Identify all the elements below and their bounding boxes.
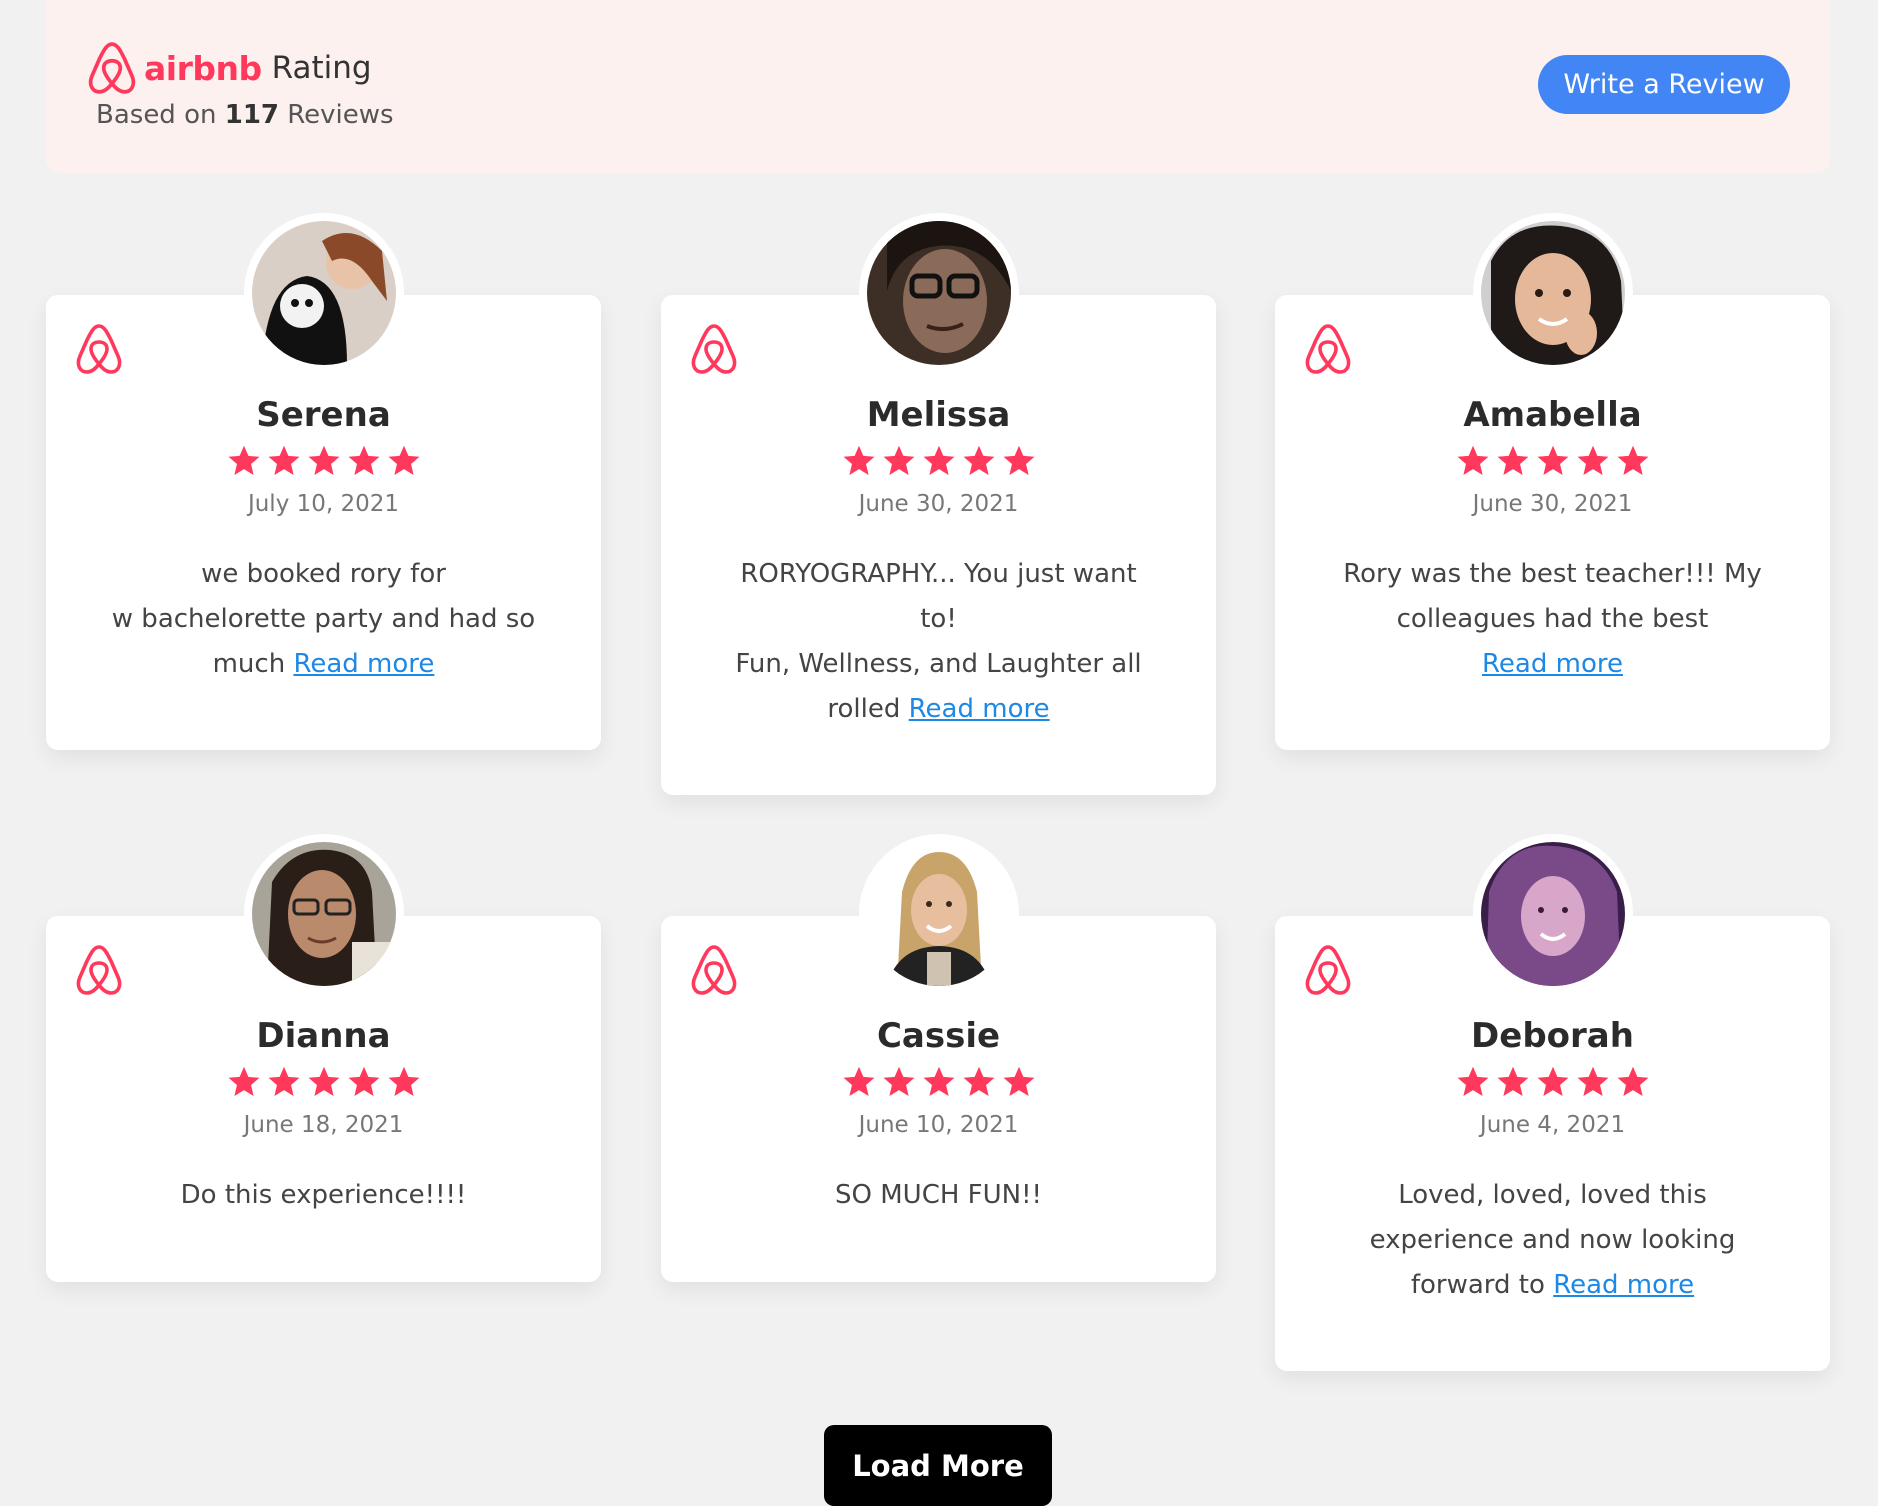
star-icon — [386, 1064, 422, 1100]
reviewer-name: Dianna — [256, 1016, 391, 1056]
star-icon — [1455, 1064, 1491, 1100]
star-icon — [1495, 1064, 1531, 1100]
reviewer-name: Cassie — [876, 1016, 1001, 1056]
star-icon — [1615, 1064, 1651, 1100]
review-text: SO MUCH FUN!! — [835, 1180, 1042, 1210]
star-icon — [921, 1064, 957, 1100]
star-icon — [266, 443, 302, 479]
review-card: Deborah June 4, 2021 Loved, loved, loved… — [1275, 834, 1830, 1371]
brand: airbnb Rating — [86, 40, 372, 96]
star-icon — [841, 443, 877, 479]
reviewer-name: Melissa — [866, 395, 1011, 435]
star-icon — [306, 1064, 342, 1100]
star-icon — [226, 1064, 262, 1100]
star-icon — [1535, 1064, 1571, 1100]
star-icon — [226, 443, 262, 479]
star-rating — [1275, 443, 1830, 479]
airbnb-logo-icon — [74, 322, 124, 376]
star-rating — [661, 1064, 1216, 1100]
star-icon — [961, 1064, 997, 1100]
star-rating — [46, 443, 601, 479]
reviews-text: Reviews — [287, 100, 394, 130]
review-summary: Based on 117 Reviews — [96, 100, 394, 130]
review-date: June 4, 2021 — [1479, 1112, 1626, 1138]
star-icon — [1575, 443, 1611, 479]
review-text: RORYOGRAPHY... You just want to! Fun, We… — [735, 559, 1142, 724]
star-icon — [881, 443, 917, 479]
avatar — [1472, 834, 1633, 994]
airbnb-logo-icon — [1303, 322, 1353, 376]
review-card: Serena July 10, 2021 we booked rory for … — [46, 213, 601, 750]
star-icon — [306, 443, 342, 479]
star-icon — [266, 1064, 302, 1100]
star-icon — [1535, 443, 1571, 479]
review-text: Loved, loved, loved this experience and … — [1369, 1180, 1736, 1300]
star-icon — [346, 443, 382, 479]
review-card: Melissa June 30, 2021 RORYOGRAPHY... You… — [661, 213, 1216, 795]
star-icon — [921, 443, 957, 479]
reviewer-name: Amabella — [1463, 395, 1642, 435]
star-icon — [881, 1064, 917, 1100]
star-icon — [1001, 1064, 1037, 1100]
review-date: June 30, 2021 — [1472, 491, 1633, 517]
review-card: Cassie June 10, 2021 SO MUCH FUN!! — [661, 834, 1216, 1282]
star-rating — [1275, 1064, 1830, 1100]
airbnb-logo-icon — [689, 943, 739, 997]
avatar — [243, 213, 404, 373]
rating-label: Rating — [271, 50, 372, 86]
review-text: we booked rory for w bachelorette party … — [111, 559, 536, 679]
review-text: Rory was the best teacher!!! My colleagu… — [1343, 559, 1762, 679]
airbnb-logo-icon — [689, 322, 739, 376]
star-rating — [661, 443, 1216, 479]
star-icon — [1615, 443, 1651, 479]
write-review-button[interactable]: Write a Review — [1538, 55, 1790, 114]
rating-header: airbnb Rating Based on 117 Reviews Write… — [46, 0, 1830, 173]
review-text: Do this experience!!!! — [180, 1180, 467, 1210]
avatar — [1472, 213, 1633, 373]
review-date: July 10, 2021 — [247, 491, 400, 517]
airbnb-logo-icon — [74, 943, 124, 997]
avatar — [858, 834, 1019, 994]
star-icon — [841, 1064, 877, 1100]
load-more-button[interactable]: Load More — [824, 1425, 1052, 1506]
star-rating — [46, 1064, 601, 1100]
based-on-text: Based on — [96, 100, 217, 130]
star-icon — [1455, 443, 1491, 479]
read-more-link[interactable]: Read more — [1553, 1270, 1694, 1300]
star-icon — [1495, 443, 1531, 479]
reviewer-name: Serena — [256, 395, 391, 435]
review-card: Dianna June 18, 2021 Do this experience!… — [46, 834, 601, 1282]
airbnb-logo-icon — [86, 40, 138, 96]
star-icon — [386, 443, 422, 479]
brand-name: airbnb — [144, 48, 262, 88]
read-more-link[interactable]: Read more — [293, 649, 434, 679]
avatar — [858, 213, 1019, 373]
read-more-link[interactable]: Read more — [909, 694, 1050, 724]
star-icon — [1001, 443, 1037, 479]
review-count: 117 — [224, 100, 280, 130]
read-more-link[interactable]: Read more — [1482, 649, 1623, 679]
review-date: June 30, 2021 — [858, 491, 1019, 517]
review-card: Amabella June 30, 2021 Rory was the best… — [1275, 213, 1830, 750]
star-icon — [1575, 1064, 1611, 1100]
review-date: June 10, 2021 — [858, 1112, 1019, 1138]
star-icon — [961, 443, 997, 479]
review-date: June 18, 2021 — [243, 1112, 404, 1138]
avatar — [243, 834, 404, 994]
star-icon — [346, 1064, 382, 1100]
airbnb-logo-icon — [1303, 943, 1353, 997]
reviewer-name: Deborah — [1471, 1016, 1634, 1056]
